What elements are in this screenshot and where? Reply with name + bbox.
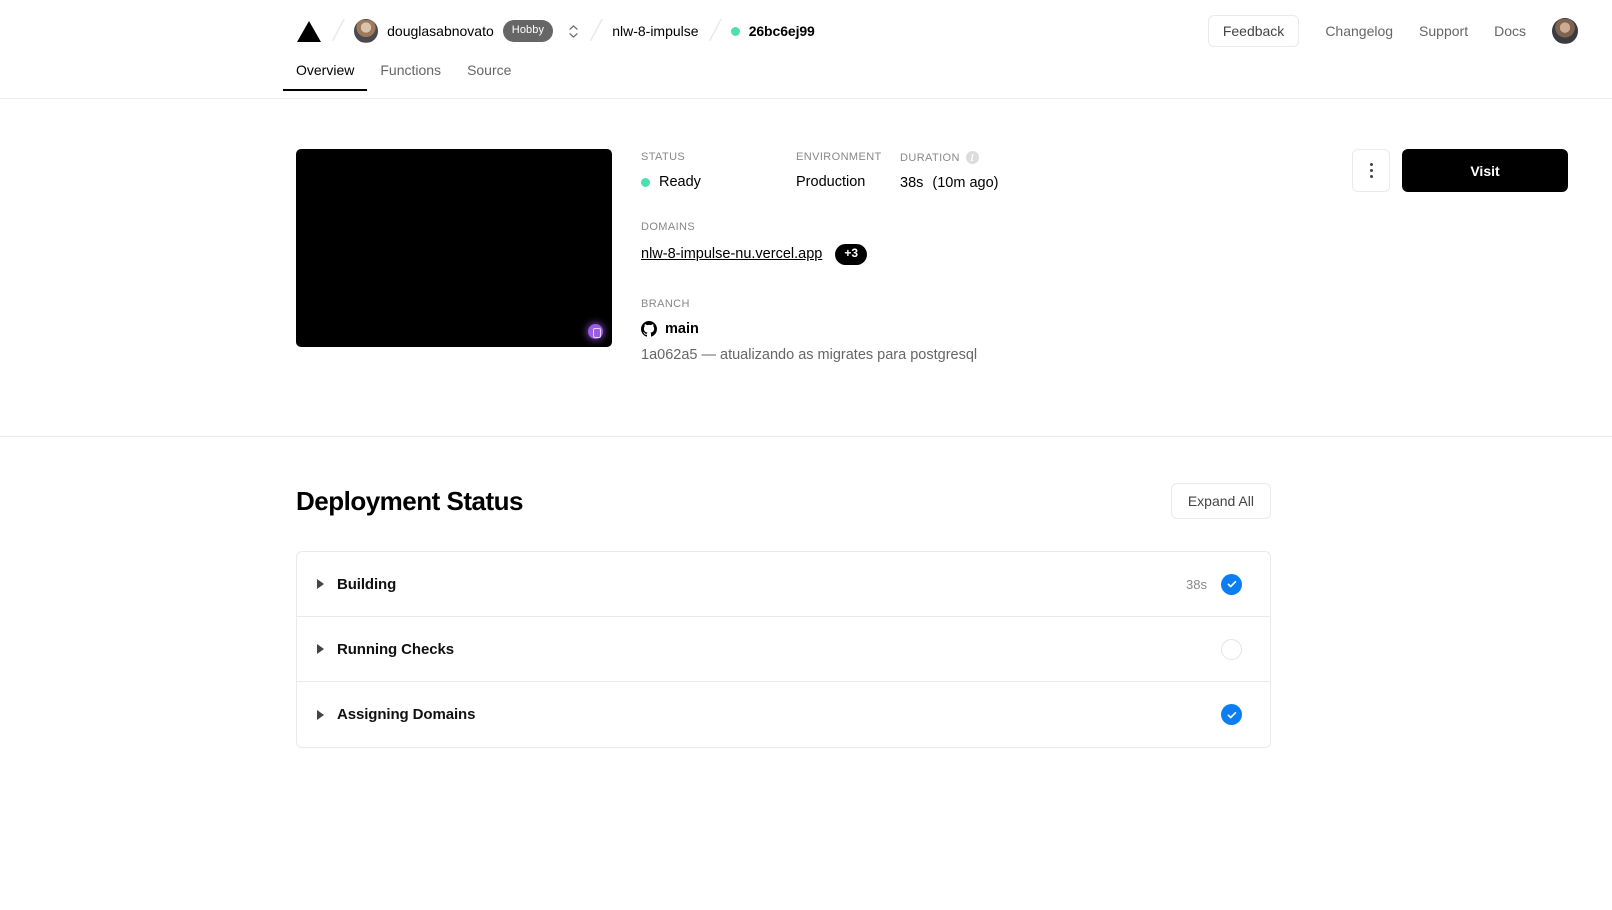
deployment-hash-label: 26bc6ej99 — [748, 23, 815, 39]
tab-overview[interactable]: Overview — [283, 62, 368, 91]
duration-label: DURATION — [900, 151, 960, 164]
breadcrumb-separator-1: / — [329, 13, 347, 48]
chevron-up-down-icon[interactable] — [566, 24, 580, 38]
step-label: Running Checks — [337, 640, 454, 658]
kebab-dot — [1369, 169, 1373, 172]
environment-label: ENVIRONMENT — [796, 151, 882, 163]
top-header: / douglasabnovato Hobby / nlw-8-impulse … — [0, 0, 1612, 62]
nav-link-support[interactable]: Support — [1419, 23, 1468, 39]
deployment-step-running-checks[interactable]: Running Checks — [297, 617, 1270, 682]
account-menu-button[interactable] — [1552, 18, 1578, 44]
breadcrumb-user-label: douglasabnovato — [387, 23, 494, 39]
breadcrumb-user[interactable]: douglasabnovato Hobby — [354, 19, 580, 43]
deployment-status-list: Building 38s Running Checks Assigning Do… — [296, 551, 1271, 748]
empty-circle-icon — [1221, 638, 1242, 660]
duration-label-row: DURATION i — [900, 151, 1090, 164]
account-avatar — [1552, 18, 1578, 44]
deployment-status-section: Deployment Status Expand All Building 38… — [0, 437, 1612, 748]
branch-label: BRANCH — [641, 297, 690, 310]
tab-functions[interactable]: Functions — [367, 62, 454, 90]
branch-name: main — [665, 320, 699, 337]
step-status — [1207, 704, 1242, 725]
deployment-step-assigning-domains[interactable]: Assigning Domains — [297, 682, 1270, 747]
breadcrumb-separator-3: / — [706, 13, 724, 48]
status-label: STATUS — [641, 151, 686, 163]
metadata-top-row: STATUS Ready ENVIRONMENT Production DURA… — [641, 151, 1286, 191]
duration-relative: (10m ago) — [932, 175, 999, 191]
breadcrumb-separator-2: / — [587, 13, 605, 48]
page-title: Deployment Status — [296, 485, 524, 516]
plan-badge: Hobby — [502, 20, 554, 42]
branch-block: BRANCH main 1a062a5 — atualizando as mig… — [641, 298, 1286, 363]
deployment-preview-thumbnail[interactable] — [296, 149, 612, 347]
deployment-status-dot — [730, 26, 740, 36]
commit-message[interactable]: 1a062a5 — atualizando as migrates para p… — [641, 347, 1286, 363]
tab-bar: Overview Functions Source — [0, 62, 1612, 99]
status-value-row: Ready — [641, 174, 796, 190]
deployment-metadata: STATUS Ready ENVIRONMENT Production DURA… — [641, 149, 1286, 363]
vercel-triangle-logo[interactable] — [296, 20, 322, 43]
vercel-toolbar-icon — [588, 324, 603, 339]
github-icon — [641, 320, 657, 337]
tab-source[interactable]: Source — [454, 62, 524, 90]
header-actions: Feedback Changelog Support Docs — [1207, 0, 1578, 62]
domains-value-row: nlw-8-impulse-nu.vercel.app +3 — [641, 244, 1286, 265]
overview-panel: STATUS Ready ENVIRONMENT Production DURA… — [0, 99, 1612, 437]
breadcrumb-project-label: nlw-8-impulse — [612, 23, 699, 39]
step-status: 38s — [1186, 573, 1242, 595]
triangle-right-icon[interactable] — [317, 579, 324, 589]
triangle-right-icon[interactable] — [317, 709, 324, 720]
feedback-button[interactable]: Feedback — [1207, 15, 1300, 47]
status-value: Ready — [659, 174, 701, 190]
step-duration: 38s — [1186, 576, 1207, 592]
visit-button[interactable]: Visit — [1402, 149, 1568, 192]
status-ready-dot-icon — [641, 177, 650, 187]
deployment-step-building[interactable]: Building 38s — [297, 552, 1270, 617]
check-circle-icon — [1221, 704, 1242, 725]
overview-actions: Visit — [1352, 149, 1568, 192]
status-block: STATUS Ready — [641, 151, 796, 191]
deployment-status-header: Deployment Status Expand All — [296, 483, 1271, 519]
step-status — [1207, 638, 1242, 660]
duration-value: 38s — [900, 175, 924, 191]
kebab-dot — [1369, 163, 1373, 166]
environment-value: Production — [796, 174, 866, 190]
vercel-triangle-icon — [297, 20, 321, 42]
breadcrumb-deployment[interactable]: 26bc6ej99 — [730, 23, 815, 39]
step-label: Building — [337, 575, 397, 593]
step-label: Assigning Domains — [337, 706, 476, 723]
branch-value-row[interactable]: main — [641, 320, 1286, 337]
domains-block: DOMAINS nlw-8-impulse-nu.vercel.app +3 — [641, 221, 1286, 265]
kebab-menu-icon[interactable] — [1352, 149, 1390, 192]
more-domains-badge[interactable]: +3 — [835, 244, 868, 265]
info-icon[interactable]: i — [965, 151, 979, 164]
kebab-dot — [1369, 175, 1373, 178]
triangle-right-icon[interactable] — [317, 644, 324, 654]
check-circle-icon — [1221, 573, 1242, 595]
user-avatar — [354, 19, 379, 43]
environment-block: ENVIRONMENT Production — [796, 151, 900, 191]
nav-link-changelog[interactable]: Changelog — [1325, 23, 1393, 39]
domains-label: DOMAINS — [641, 221, 696, 233]
expand-all-button[interactable]: Expand All — [1170, 483, 1271, 519]
duration-value-row: 38s (10m ago) — [900, 175, 1090, 191]
breadcrumb-project[interactable]: nlw-8-impulse — [612, 23, 698, 39]
primary-domain-link[interactable]: nlw-8-impulse-nu.vercel.app — [641, 246, 822, 262]
app-root: / douglasabnovato Hobby / nlw-8-impulse … — [0, 0, 1612, 910]
nav-link-docs[interactable]: Docs — [1494, 23, 1526, 39]
duration-block: DURATION i 38s (10m ago) — [900, 151, 1090, 191]
